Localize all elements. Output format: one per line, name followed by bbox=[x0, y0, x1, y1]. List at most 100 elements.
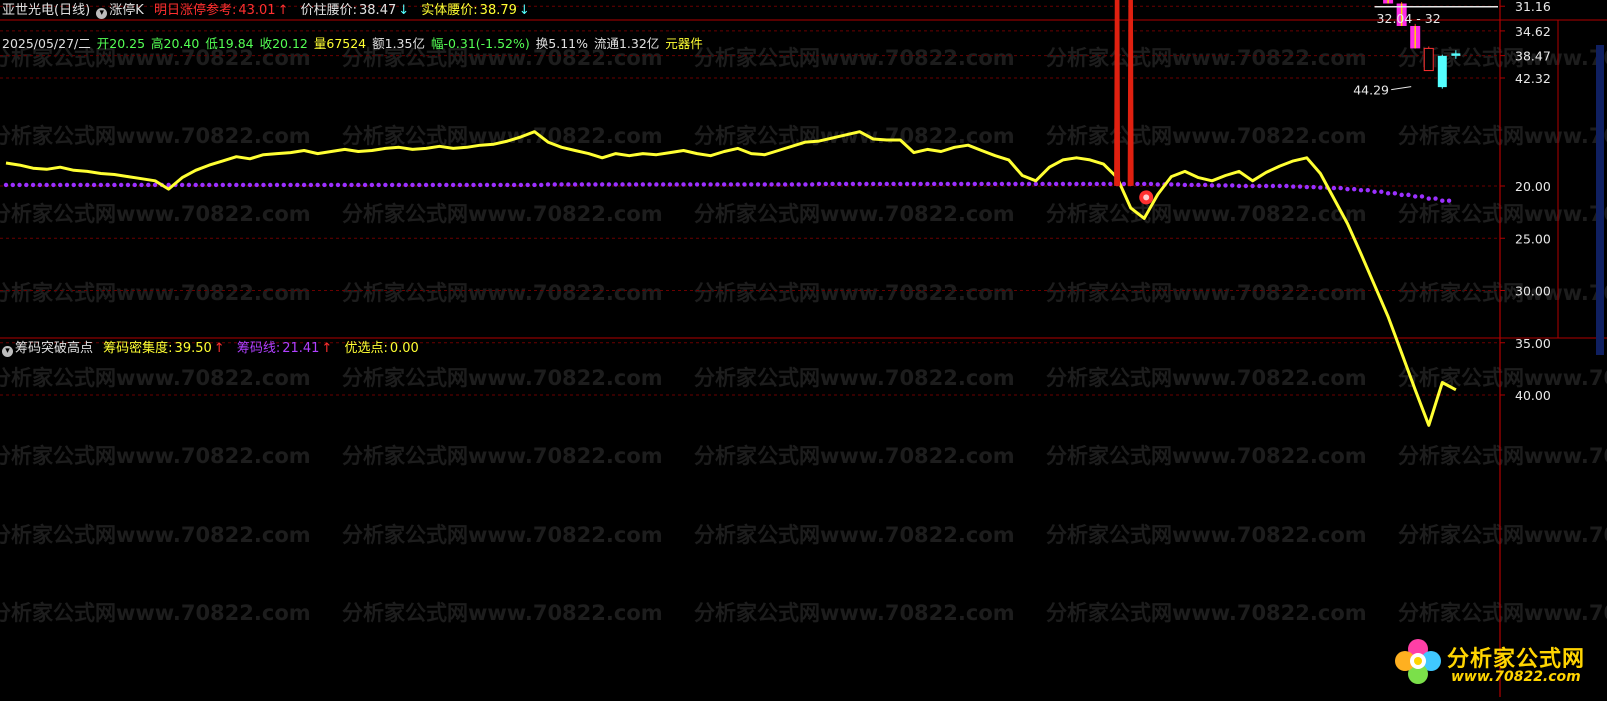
chip-line-dot bbox=[105, 182, 110, 188]
indicator-name[interactable]: 涨停K bbox=[109, 3, 144, 18]
chip-line-dot bbox=[1358, 187, 1364, 193]
chip-line-dot bbox=[1352, 186, 1357, 192]
quote-change: 幅-0.31(-1.52%) bbox=[430, 36, 530, 51]
lower-indicator-name[interactable]: 筹码突破高点 bbox=[15, 341, 93, 356]
price-waist-value: 38.47 bbox=[359, 3, 397, 18]
pick-label: 优选点: bbox=[344, 341, 388, 356]
scrollbar[interactable] bbox=[1596, 45, 1604, 355]
chip-line-dot bbox=[1108, 181, 1113, 187]
chip-line-dot bbox=[315, 182, 320, 188]
chip-line-dot bbox=[559, 182, 564, 187]
kline-chart[interactable]: 分析家公式网www.70822.com 分析家公式网www.70822.com 分析… bbox=[0, 0, 1607, 697]
chip-line-dot bbox=[1148, 181, 1154, 187]
watermark-text: 分析家公式网www.70822.com bbox=[1046, 124, 1367, 148]
indicator-tick-label: 25.00 bbox=[1515, 231, 1551, 246]
chip-line-dot bbox=[1040, 181, 1045, 187]
up-arrow-icon: ↑ bbox=[321, 341, 333, 356]
chip-line-dot bbox=[843, 181, 849, 187]
chip-line-dot bbox=[342, 182, 347, 188]
chip-line-dot bbox=[17, 182, 22, 188]
chip-line-dot bbox=[1270, 183, 1276, 189]
pick-value: 0.00 bbox=[389, 341, 419, 356]
chip-line-dot bbox=[782, 182, 788, 187]
watermark-text: 分析家公式网www.70822.com bbox=[0, 124, 311, 148]
chip-line-dot bbox=[1284, 183, 1289, 189]
watermark-text: 分析家公式网www.70822.com bbox=[1398, 444, 1607, 468]
chip-line-dot bbox=[992, 181, 998, 187]
chip-line-dot bbox=[1250, 183, 1255, 189]
chip-line-dot bbox=[295, 182, 300, 188]
chip-line-dot bbox=[762, 182, 767, 187]
chip-line-dot bbox=[227, 182, 232, 188]
chip-line-dot bbox=[742, 182, 747, 187]
chip-line-dot bbox=[613, 182, 618, 187]
quote-line: 2025/05/27/二 开20.25 高20.40 低19.84 收20.12… bbox=[2, 36, 705, 52]
chip-line-dot bbox=[688, 182, 693, 187]
brand-logo: 分析家公式网 www.70822.com bbox=[1391, 635, 1601, 691]
chip-line-dot bbox=[498, 182, 503, 188]
indicator-toggle-icon[interactable]: ▾ bbox=[2, 346, 13, 357]
pick-point-core bbox=[1143, 194, 1150, 201]
chip-line-dot bbox=[803, 182, 808, 187]
chip-line-dot bbox=[904, 181, 910, 187]
chip-line-dot bbox=[931, 181, 937, 187]
chip-line-dot bbox=[1379, 189, 1384, 194]
chip-line-dot bbox=[572, 182, 578, 187]
chip-line-dot bbox=[654, 182, 659, 187]
chip-line-dot bbox=[525, 182, 530, 188]
chip-line-dot bbox=[1155, 182, 1160, 187]
stock-title[interactable]: 亚世光电(日线) bbox=[2, 3, 90, 18]
quote-amount: 额1.35亿 bbox=[372, 36, 425, 51]
down-candle[interactable] bbox=[1437, 55, 1447, 88]
watermark-text: 分析家公式网www.70822.com bbox=[1398, 366, 1607, 390]
chip-line-dot bbox=[518, 182, 524, 188]
chip-line-dot bbox=[1311, 184, 1316, 190]
chip-line-dot bbox=[1446, 198, 1452, 203]
chip-line-dot bbox=[945, 181, 950, 187]
up-candle[interactable] bbox=[1423, 47, 1434, 72]
chip-line-dot bbox=[24, 182, 29, 188]
flower-logo-icon bbox=[1395, 639, 1441, 684]
chip-line-dot bbox=[715, 182, 720, 187]
chip-line-dot bbox=[728, 182, 734, 187]
chip-line-dot bbox=[125, 182, 131, 188]
chip-line-dot bbox=[64, 182, 70, 188]
chip-line-dot bbox=[877, 181, 883, 187]
down-candle[interactable] bbox=[1451, 53, 1461, 56]
chip-line-dot bbox=[667, 182, 673, 187]
chip-line-dot bbox=[1142, 181, 1147, 187]
up-arrow-icon: ↑ bbox=[213, 341, 225, 356]
watermark-text: 分析家公式网www.70822.com bbox=[1398, 281, 1607, 305]
watermark-text: 分析家公式网www.70822.com bbox=[0, 523, 311, 547]
chip-line-dot bbox=[633, 182, 639, 187]
chip-line-dot bbox=[1209, 183, 1215, 188]
chip-line-dot bbox=[58, 182, 63, 188]
watermark-text: 分析家公式网www.70822.com bbox=[1046, 523, 1367, 547]
chip-line-dot bbox=[132, 182, 137, 188]
chip-line-dot bbox=[1135, 181, 1140, 187]
chip-line-dot bbox=[1182, 182, 1188, 188]
quote-sector[interactable]: 元器件 bbox=[665, 36, 703, 51]
watermark-text: 分析家公式网www.70822.com bbox=[342, 444, 663, 468]
chip-line-dot bbox=[457, 182, 463, 188]
chip-line-dot bbox=[1419, 194, 1425, 199]
chip-line-dot bbox=[383, 182, 388, 188]
chip-line-dot bbox=[139, 182, 144, 188]
indicator-toggle-icon[interactable]: ▾ bbox=[96, 8, 108, 19]
chip-line-dot bbox=[410, 182, 415, 188]
quote-date: 2025/05/27/二 bbox=[2, 36, 91, 51]
high-pointer bbox=[1391, 86, 1412, 91]
chip-line-dot bbox=[118, 182, 124, 188]
watermark-text: 分析家公式网www.70822.com bbox=[1398, 523, 1607, 547]
chip-line-dot bbox=[220, 182, 225, 188]
chip-line-dot bbox=[1399, 192, 1404, 198]
indicator-tick-label: 40.00 bbox=[1515, 388, 1551, 403]
body-waist-value: 38.79 bbox=[479, 3, 517, 18]
chip-line-dot bbox=[437, 182, 442, 188]
chip-line-dot bbox=[600, 182, 605, 187]
watermark-text: 分析家公式网www.70822.com bbox=[0, 444, 311, 468]
chip-line-dot bbox=[112, 182, 117, 188]
watermark-text: 分析家公式网www.70822.com bbox=[694, 601, 1015, 625]
chip-line-dot bbox=[674, 182, 679, 187]
chip-line-dot bbox=[30, 182, 36, 188]
